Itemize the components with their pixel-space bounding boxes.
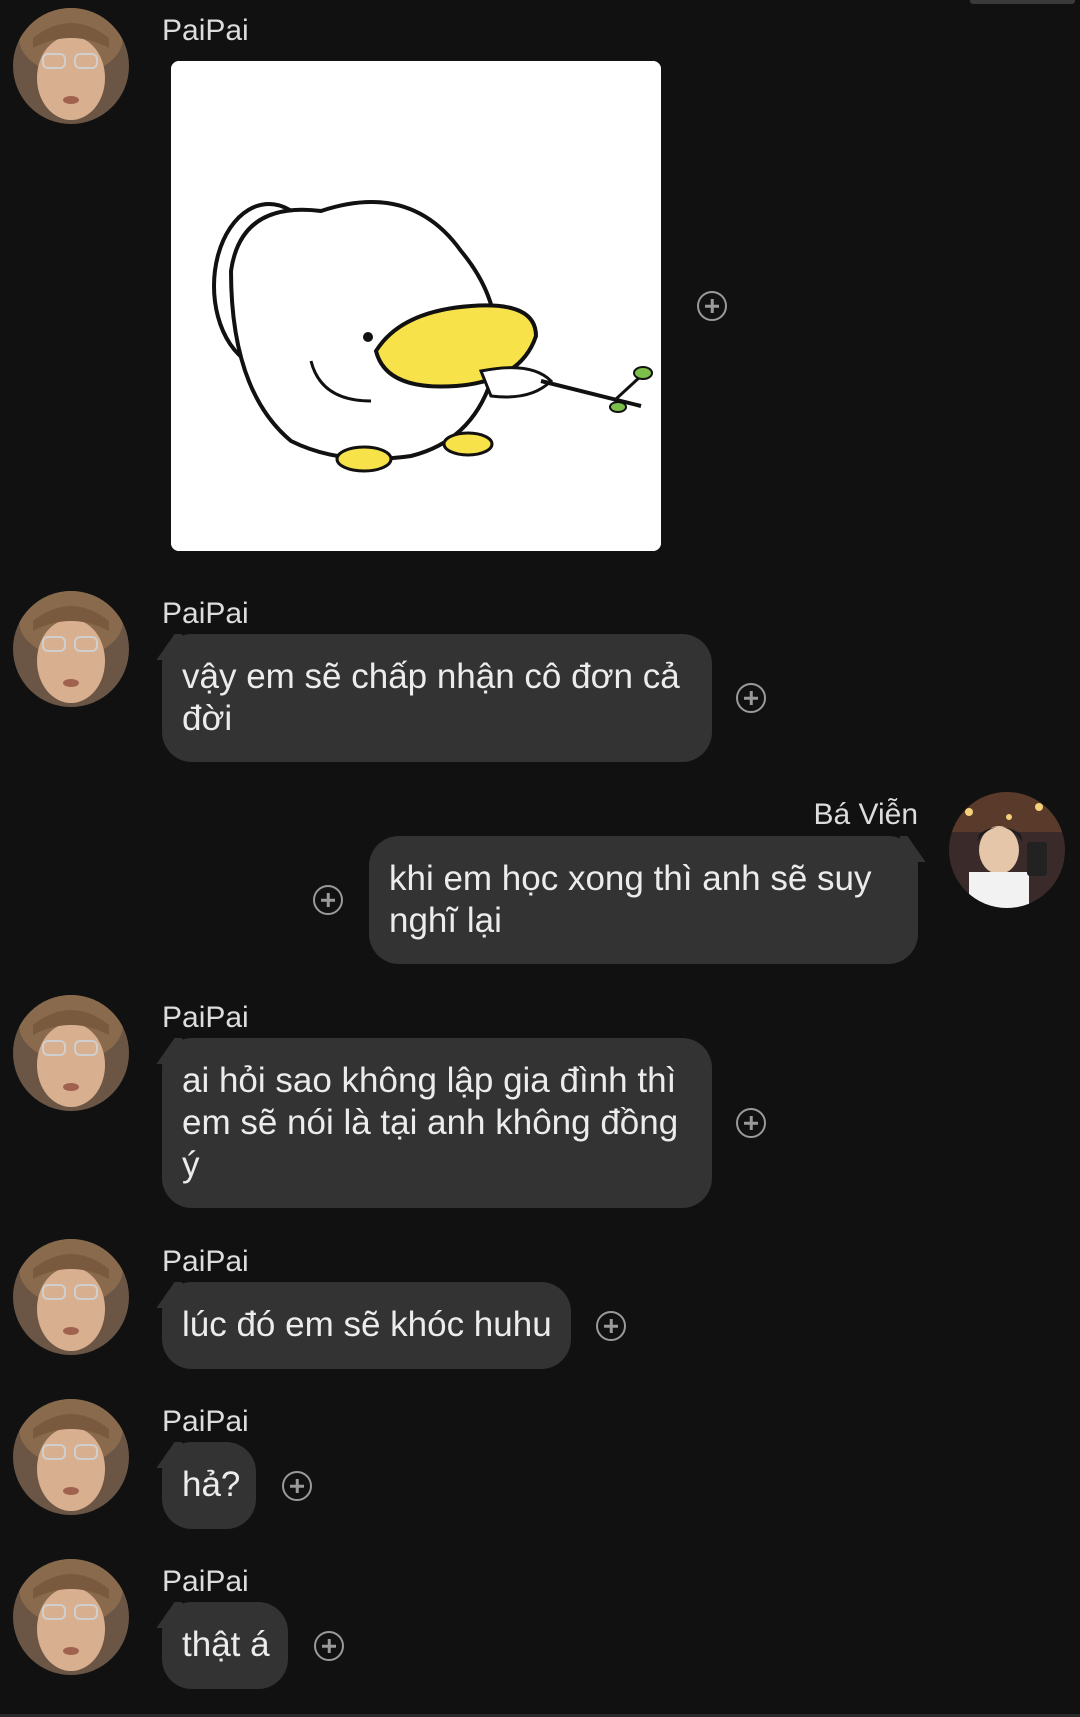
avatar-paipai[interactable]	[13, 1399, 129, 1515]
message-text: vậy em sẽ chấp nhận cô đơn cả đời	[182, 657, 680, 738]
bubble-tail	[900, 836, 930, 862]
bubble-tail	[152, 1442, 182, 1468]
top-tab-indicator	[970, 0, 1075, 4]
message-bubble[interactable]: thật á	[162, 1602, 288, 1689]
duck-sticker-image	[171, 61, 661, 551]
avatar-paipai[interactable]	[13, 8, 129, 124]
bubble-tail	[152, 1282, 182, 1308]
sender-name: PaiPai	[162, 1245, 249, 1278]
add-reaction-icon[interactable]	[736, 1108, 766, 1138]
add-reaction-icon[interactable]	[697, 291, 727, 321]
avatar-paipai[interactable]	[13, 591, 129, 707]
sender-name: Bá Viễn	[813, 798, 918, 831]
bubble-tail	[152, 1602, 182, 1628]
sender-name: PaiPai	[162, 1565, 249, 1598]
message-bubble[interactable]: vậy em sẽ chấp nhận cô đơn cả đời	[162, 634, 712, 762]
add-reaction-icon[interactable]	[282, 1471, 312, 1501]
message-bubble[interactable]: khi em học xong thì anh sẽ suy nghĩ lại	[369, 836, 918, 964]
add-reaction-icon[interactable]	[314, 1631, 344, 1661]
add-reaction-icon[interactable]	[313, 885, 343, 915]
message-bubble[interactable]: hả?	[162, 1442, 256, 1529]
avatar-paipai[interactable]	[13, 995, 129, 1111]
sender-name: PaiPai	[162, 1405, 249, 1438]
avatar-paipai[interactable]	[13, 1559, 129, 1675]
avatar-paipai[interactable]	[13, 1239, 129, 1355]
sender-name: PaiPai	[162, 597, 249, 630]
bubble-tail	[152, 1038, 182, 1064]
message-text: hả?	[182, 1465, 241, 1504]
message-bubble[interactable]: lúc đó em sẽ khóc huhu	[162, 1282, 571, 1369]
message-bubble[interactable]: ai hỏi sao không lập gia đình thì em sẽ …	[162, 1038, 712, 1208]
avatar-ba-vien[interactable]	[949, 792, 1065, 908]
message-text: lúc đó em sẽ khóc huhu	[182, 1305, 552, 1344]
message-text: ai hỏi sao không lập gia đình thì em sẽ …	[182, 1061, 679, 1184]
bubble-tail	[152, 634, 182, 660]
add-reaction-icon[interactable]	[596, 1311, 626, 1341]
message-text: thật á	[182, 1625, 270, 1664]
message-text: khi em học xong thì anh sẽ suy nghĩ lại	[389, 859, 872, 940]
sender-name: PaiPai	[162, 14, 249, 47]
duck-sticker[interactable]	[171, 61, 661, 551]
sender-name: PaiPai	[162, 1001, 249, 1034]
add-reaction-icon[interactable]	[736, 683, 766, 713]
